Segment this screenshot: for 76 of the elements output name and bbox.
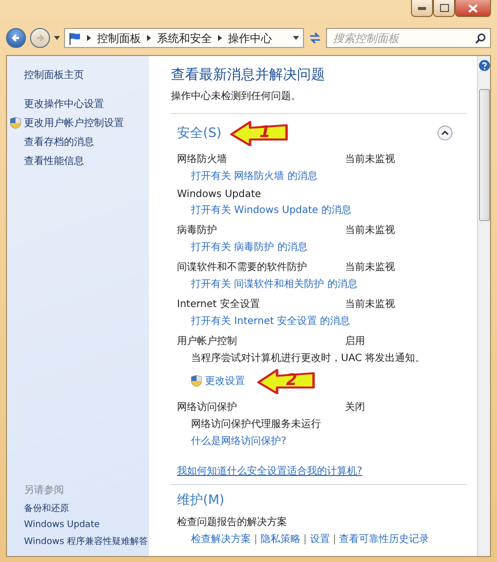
- back-button[interactable]: [6, 28, 26, 48]
- maximize-icon: [440, 4, 448, 12]
- item-name: 用户帐户控制: [177, 334, 237, 348]
- item-status: 关闭: [345, 400, 366, 414]
- breadcrumb[interactable]: 控制面板: [97, 30, 141, 46]
- message-link[interactable]: 打开有关 病毒防护 的消息: [191, 240, 308, 254]
- maintenance-link[interactable]: 隐私策略: [260, 532, 300, 546]
- close-icon: [468, 4, 478, 12]
- maintenance-link[interactable]: 检查解决方案: [191, 532, 251, 546]
- item-name: Windows Update: [177, 189, 262, 200]
- sidebar-link[interactable]: 查看存档的消息: [24, 135, 94, 149]
- search-icon: [475, 32, 486, 44]
- scrollbar[interactable]: [477, 56, 490, 556]
- sidebar-link[interactable]: 更改用户帐户控制设置: [24, 116, 124, 130]
- chevron-icon: [218, 35, 222, 41]
- item-name: Internet 安全设置: [177, 298, 260, 311]
- item-status: 当前未监视: [345, 260, 396, 274]
- arrow-drawing: [229, 120, 290, 146]
- scrollbar-thumb[interactable]: [478, 89, 490, 221]
- item-status: 当前未监视: [345, 224, 396, 237]
- message-link[interactable]: 打开有关 网络防火墙 的消息: [191, 169, 318, 183]
- message-link[interactable]: 打开有关 Internet 安全设置 的消息: [191, 314, 350, 328]
- back-arrow-icon: [11, 33, 21, 43]
- message-link[interactable]: 打开有关 间谍软件和相关防护 的消息: [191, 277, 358, 291]
- help-link[interactable]: 我如何知道什么安全设置适合我的计算机?: [177, 464, 467, 478]
- flag-icon: [69, 32, 81, 44]
- sidebar-link[interactable]: Windows Update: [24, 520, 100, 530]
- message-link[interactable]: 打开有关 Windows Update 的消息: [191, 203, 352, 217]
- see-also-heading: 另请参阅: [24, 484, 64, 497]
- help-icon[interactable]: [478, 60, 490, 71]
- link-separator: |: [254, 534, 258, 544]
- message-link[interactable]: 什么是网络访问保护?: [191, 434, 286, 448]
- item-description: 当程序尝试对计算机进行更改时，UAC 将发出通知。: [191, 352, 426, 365]
- minimize-button[interactable]: [411, 0, 433, 17]
- item-description: 网络访问保护代理服务未运行: [191, 418, 321, 431]
- sidebar-link[interactable]: 备份和还原: [24, 502, 69, 515]
- breadcrumb[interactable]: 操作中心: [228, 30, 272, 46]
- chevron-icon: [87, 35, 91, 41]
- item-status: 启用: [345, 334, 366, 348]
- sidebar-link[interactable]: 查看性能信息: [24, 154, 84, 168]
- item-name: 网络访问保护: [177, 400, 237, 414]
- forward-button[interactable]: [30, 28, 50, 48]
- maximize-button[interactable]: [433, 0, 455, 17]
- search-field[interactable]: 搜索控制面板: [331, 30, 475, 46]
- maintenance-link[interactable]: 查看可靠性历史记录: [339, 532, 430, 546]
- link-separator: |: [332, 534, 336, 544]
- shield-icon: [191, 375, 202, 387]
- maintenance-link[interactable]: 设置: [310, 532, 330, 546]
- item-name: 间谍软件和不需要的软件防护: [177, 260, 307, 274]
- item-status: 当前未监视: [345, 298, 396, 311]
- sidebar-link[interactable]: Windows 程序兼容性疑难解答: [24, 535, 148, 548]
- item-name: 网络防火墙: [177, 152, 227, 166]
- sidebar-link[interactable]: 控制面板主页: [24, 68, 84, 82]
- chevron-icon: [147, 35, 151, 41]
- minimize-icon: [418, 6, 426, 10]
- link-separator: |: [303, 534, 307, 544]
- item-status: 当前未监视: [345, 152, 396, 166]
- breadcrumb[interactable]: 系统和安全: [157, 30, 212, 46]
- section-heading[interactable]: 维护(M): [177, 491, 224, 509]
- close-button[interactable]: [455, 0, 491, 17]
- change-settings-link[interactable]: 更改设置: [205, 374, 245, 388]
- dropdown-icon[interactable]: [54, 36, 60, 40]
- shield-icon: [10, 117, 21, 129]
- page-title: 查看最新消息并解决问题: [171, 66, 326, 84]
- dropdown-icon[interactable]: [293, 36, 299, 40]
- sidebar-link[interactable]: 更改操作中心设置: [24, 97, 104, 111]
- item-name: 病毒防护: [177, 224, 217, 237]
- refresh-icon[interactable]: [308, 31, 322, 45]
- collapse-icon[interactable]: [437, 125, 453, 141]
- forward-arrow-icon: [35, 33, 45, 43]
- address-bar[interactable]: 控制面板 系统和安全 操作中心: [64, 28, 304, 48]
- section-heading[interactable]: 安全(S): [177, 124, 222, 142]
- arrow-drawing: [256, 368, 316, 394]
- search-box[interactable]: 搜索控制面板: [326, 28, 491, 48]
- status-message: 操作中心未检测到任何问题。: [171, 90, 302, 103]
- item-name: 检查问题报告的解决方案: [177, 517, 287, 528]
